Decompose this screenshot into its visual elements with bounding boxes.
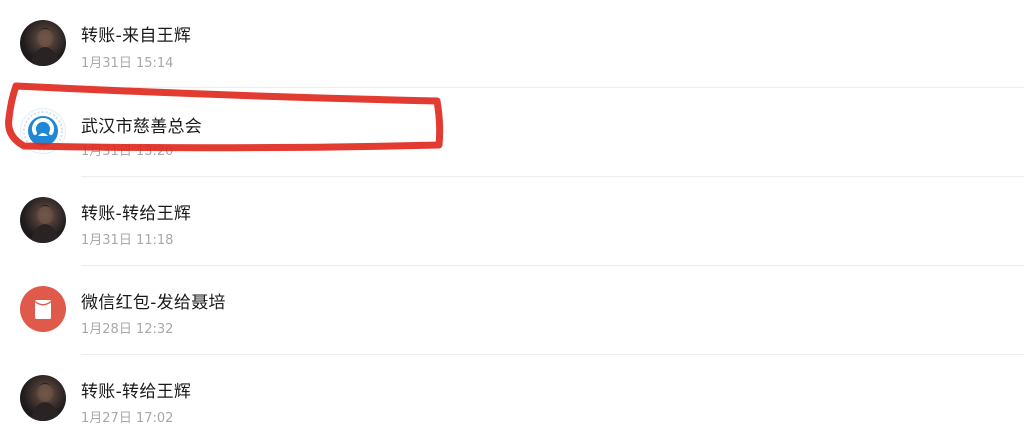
transaction-title: 转账-转给王辉: [81, 204, 192, 224]
transaction-time: 1月31日 11:18: [81, 233, 174, 248]
user-avatar-icon: [20, 197, 66, 243]
transaction-time: 1月28日 12:32: [81, 322, 174, 337]
user-avatar-icon: [20, 375, 66, 421]
user-avatar-icon: [20, 20, 66, 66]
transaction-title: 转账-转给王辉: [81, 382, 192, 402]
charity-logo-icon: [20, 108, 66, 154]
transaction-row[interactable]: 微信红包-发给聂培 1月28日 12:32: [0, 266, 1024, 355]
transaction-title: 武汉市慈善总会: [81, 117, 203, 137]
transaction-row[interactable]: 转账-转给王辉 1月27日 17:02: [0, 355, 1024, 433]
transaction-time: 1月27日 17:02: [81, 411, 174, 426]
transaction-row[interactable]: 转账-来自王辉 1月31日 15:14: [0, 0, 1024, 89]
transaction-time: 1月31日 15:14: [81, 56, 174, 71]
red-packet-icon: [20, 286, 66, 332]
transaction-row[interactable]: 武汉市慈善总会 1月31日 13:20: [0, 88, 1024, 177]
transaction-time: 1月31日 13:20: [81, 144, 174, 159]
transaction-row[interactable]: 转账-转给王辉 1月31日 11:18: [0, 177, 1024, 266]
transaction-list-page: 转账-来自王辉 1月31日 15:14 武汉市慈善总会 1月31日 13:20: [0, 0, 1024, 433]
transaction-title: 转账-来自王辉: [81, 26, 192, 46]
transaction-title: 微信红包-发给聂培: [81, 293, 226, 313]
